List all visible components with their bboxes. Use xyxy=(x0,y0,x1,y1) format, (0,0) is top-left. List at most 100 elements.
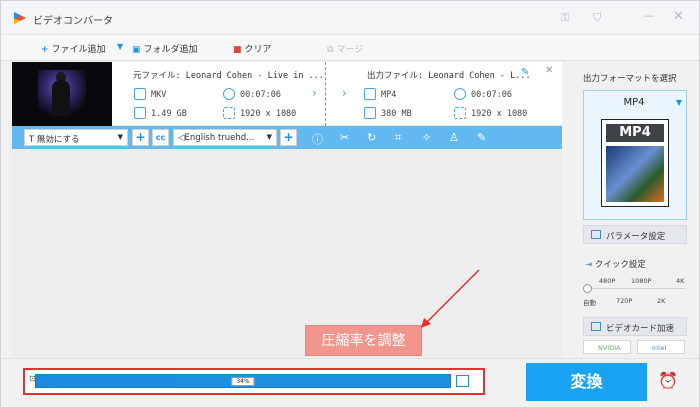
output-format-selector[interactable]: MP4 ▼ MP4 xyxy=(583,90,687,220)
main-toolbar: + ファイル追加 ▼ ▣ フォルダ追加 ■ クリア ⧉ マージ xyxy=(1,35,699,61)
quick-tick-top: 4K xyxy=(676,277,685,285)
title-bar: ビデオコンバータ ⚿ ⛉ — ✕ xyxy=(1,1,699,35)
clear-button[interactable]: ■ クリア xyxy=(233,42,272,55)
parameter-settings-label: パラメータ設定 xyxy=(606,232,666,242)
trash-icon: ■ xyxy=(233,45,242,55)
effects-wand-icon[interactable]: ✧ xyxy=(422,131,431,144)
chevron-down-icon: ▼ xyxy=(117,133,123,141)
compression-slider-fill xyxy=(36,375,177,387)
source-resolution: 1920 x 1080 xyxy=(240,109,297,119)
gpu-chip-icon xyxy=(591,322,601,331)
quick-tick-bottom: 2K xyxy=(657,297,666,305)
app-title: ビデオコンバータ xyxy=(33,16,113,27)
rotate-icon[interactable]: ↻ xyxy=(367,131,376,144)
edit-name-icon[interactable]: ✎ xyxy=(521,67,529,78)
resolution-icon xyxy=(223,107,235,119)
format-icon-label: MP4 xyxy=(606,124,664,142)
file-item[interactable]: 元ファイル: Leonard Cohen - Live in ... MKV 0… xyxy=(12,62,562,126)
add-audio-button[interactable]: + xyxy=(280,129,297,146)
info-icon[interactable]: ⓘ xyxy=(312,131,323,147)
add-folder-label: フォルダ追加 xyxy=(143,45,198,55)
quick-settings-title: ⇥ クイック設定 xyxy=(585,258,646,270)
add-file-dropdown-icon[interactable]: ▼ xyxy=(117,42,123,51)
quick-settings-icon: ⇥ xyxy=(585,260,595,270)
source-size: 1.49 GB xyxy=(151,109,187,119)
crop-icon[interactable]: ⌗ xyxy=(395,131,401,145)
source-duration: 00:07:06 xyxy=(240,90,281,100)
source-format: MKV xyxy=(151,90,167,100)
minimize-icon[interactable]: — xyxy=(643,9,654,22)
compression-slider[interactable]: 34% xyxy=(35,374,451,388)
chevron-right-icon: › xyxy=(342,86,347,100)
quick-tick-bottom: 自動 xyxy=(583,299,596,307)
clock-icon xyxy=(454,88,466,100)
subtitle-edit-icon[interactable]: ✎ xyxy=(477,131,486,144)
gpu-acceleration-button[interactable]: ビデオカード加速 xyxy=(583,317,687,336)
merge-label: マージ xyxy=(336,45,364,55)
mp4-format-icon: MP4 xyxy=(601,119,669,207)
clear-label: クリア xyxy=(244,45,272,55)
alarm-clock-icon[interactable]: ⏰ xyxy=(658,371,678,390)
quick-tick-top: 1080P xyxy=(631,277,652,285)
close-icon[interactable]: ✕ xyxy=(673,9,684,24)
subtitle-select[interactable]: T 無効にする ▼ xyxy=(24,129,128,146)
output-file-name: 出力ファイル: Leonard Cohen - L... xyxy=(367,71,531,81)
intel-badge: Intel xyxy=(637,340,685,354)
sliders-icon xyxy=(591,230,601,239)
quality-slider-track[interactable] xyxy=(587,288,685,289)
quick-settings-label: クイック設定 xyxy=(594,260,646,270)
convert-button[interactable]: 変換 xyxy=(526,363,647,401)
cc-button[interactable]: cc xyxy=(152,129,169,146)
quick-tick-bottom: 720P xyxy=(616,297,633,305)
resolution-icon xyxy=(454,107,466,119)
add-file-label: ファイル追加 xyxy=(51,45,106,55)
output-size: 380 MB xyxy=(381,109,412,119)
cart-icon[interactable]: ⛉ xyxy=(593,11,601,25)
output-format: MP4 xyxy=(381,90,397,100)
add-folder-button[interactable]: ▣ フォルダ追加 xyxy=(132,42,198,55)
add-file-button[interactable]: + ファイル追加 xyxy=(41,42,106,55)
compression-percent[interactable]: 34% xyxy=(231,377,255,386)
open-folder-icon[interactable] xyxy=(456,375,469,387)
key-icon[interactable]: ⚿ xyxy=(561,11,569,25)
merge-button[interactable]: ⧉ マージ xyxy=(327,42,363,55)
folder-icon xyxy=(364,107,376,119)
quick-tick-top: 480P xyxy=(599,277,616,285)
parameter-settings-button[interactable]: パラメータ設定 xyxy=(583,225,687,244)
merge-icon: ⧉ xyxy=(327,45,334,55)
edit-bar: T 無効にする ▼ + cc ◁English truehd... ▼ + ⓘ … xyxy=(12,126,562,149)
format-panel: 出力フォーマットを選択 MP4 ▼ MP4 パラメータ設定 ⇥ クイック設定 4… xyxy=(571,62,699,357)
divider-dashed xyxy=(325,62,326,126)
plus-icon: + xyxy=(41,45,49,55)
format-icon xyxy=(134,88,146,100)
audio-track-select[interactable]: ◁English truehd... ▼ xyxy=(173,129,277,146)
selected-format: MP4 xyxy=(623,97,645,108)
app-logo-icon xyxy=(14,12,26,24)
source-file-name: 元ファイル: Leonard Cohen - Live in ... xyxy=(133,71,324,81)
text-t-icon: T xyxy=(29,135,37,145)
quality-slider-handle[interactable] xyxy=(583,284,592,293)
video-thumbnail[interactable] xyxy=(12,62,112,126)
gpu-acceleration-label: ビデオカード加速 xyxy=(606,324,675,334)
format-panel-title: 出力フォーマットを選択 xyxy=(583,74,677,84)
clock-icon xyxy=(223,88,235,100)
annotation-arrow xyxy=(421,269,480,328)
thumbnail-figure xyxy=(52,80,70,116)
remove-item-icon[interactable]: ✕ xyxy=(545,65,553,76)
annotation-callout: 圧縮率を調整 xyxy=(305,325,422,356)
film-strip-image xyxy=(606,146,664,202)
app-window: ビデオコンバータ ⚿ ⛉ — ✕ + ファイル追加 ▼ ▣ フォルダ追加 ■ クリア … xyxy=(0,0,700,407)
cut-icon[interactable]: ✂ xyxy=(340,131,349,144)
watermark-icon[interactable]: ♙ xyxy=(449,131,459,144)
output-duration: 00:07:06 xyxy=(471,90,512,100)
folder-plus-icon: ▣ xyxy=(132,45,141,55)
nvidia-badge: NVIDIA xyxy=(583,340,631,354)
output-resolution: 1920 x 1080 xyxy=(471,109,528,119)
subtitle-select-value: 無効にする xyxy=(36,135,80,145)
chevron-down-icon: ▼ xyxy=(266,133,272,141)
audio-track-value: English truehd... xyxy=(184,133,255,143)
format-icon xyxy=(364,88,376,100)
chevron-down-icon: ▼ xyxy=(675,98,682,107)
add-subtitle-button[interactable]: + xyxy=(132,129,149,146)
folder-icon xyxy=(134,107,146,119)
